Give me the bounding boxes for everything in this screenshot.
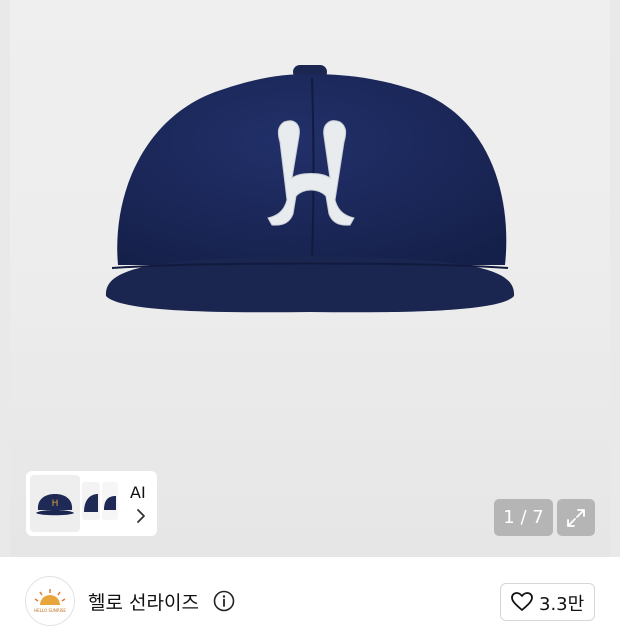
chevron-right-icon[interactable] [134, 507, 148, 525]
like-button[interactable]: 3.3만 [500, 583, 595, 621]
svg-text:H: H [52, 499, 59, 509]
brand-avatar[interactable]: HELLO SUNRISE [25, 576, 75, 626]
thumbnail-strip[interactable]: H AI [26, 471, 157, 536]
thumbnail-current[interactable]: H [30, 475, 80, 532]
info-icon[interactable] [213, 590, 235, 612]
product-image-gallery[interactable]: H AI 1 / 7 [0, 0, 620, 557]
expand-button[interactable] [557, 499, 595, 536]
brand-name[interactable]: 헬로 선라이즈 [88, 588, 199, 615]
expand-icon [567, 509, 585, 527]
thumbnail-3[interactable] [102, 482, 118, 520]
avatar-text: HELLO SUNRISE [34, 608, 66, 613]
ai-label[interactable]: AI [130, 483, 146, 502]
heart-icon [511, 592, 533, 611]
like-count: 3.3만 [539, 594, 585, 615]
thumbnail-2[interactable] [82, 482, 100, 520]
image-counter: 1 / 7 [494, 499, 553, 536]
